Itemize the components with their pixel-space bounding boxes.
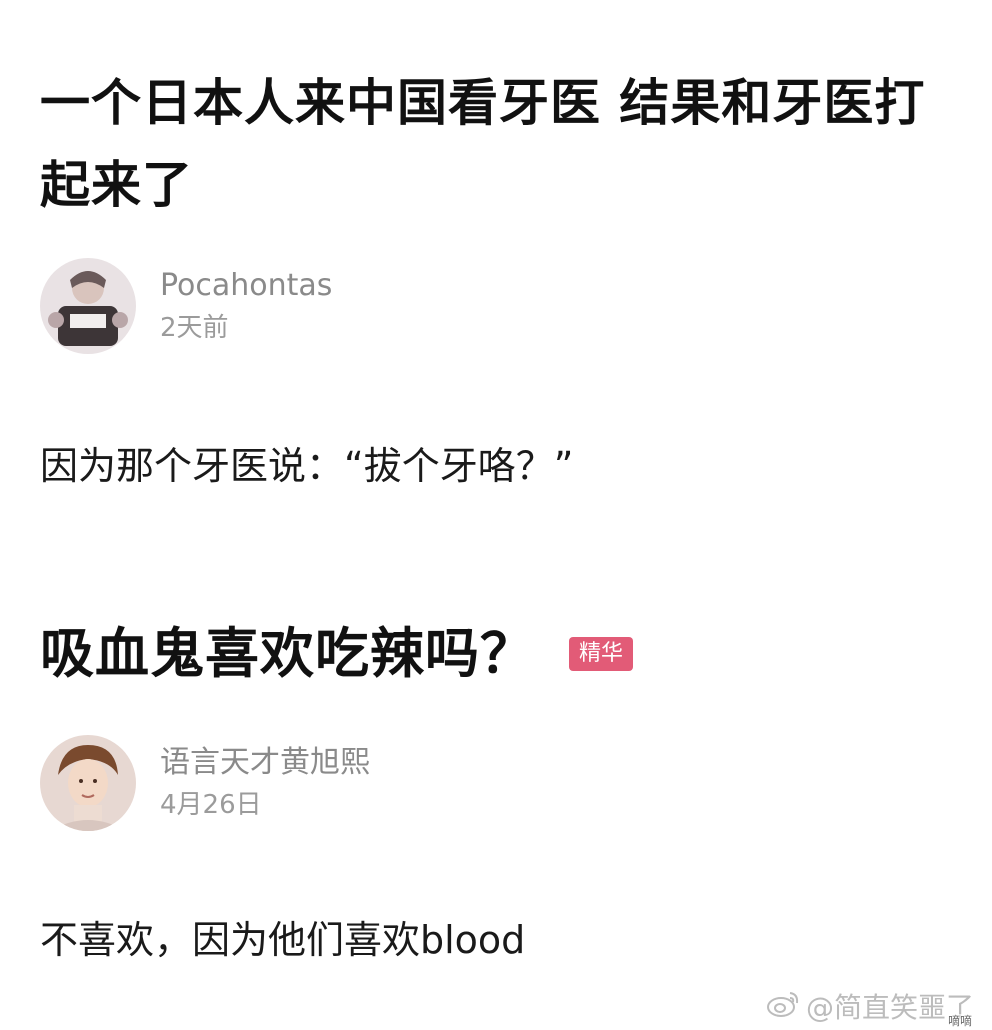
author-row[interactable]: 语言天才黄旭熙 4月26日 <box>40 735 370 831</box>
avatar-icon[interactable] <box>40 258 136 354</box>
post-title[interactable]: 吸血鬼喜欢吃辣吗？ <box>40 614 535 694</box>
weibo-icon <box>766 990 800 1026</box>
post-title-row: 吸血鬼喜欢吃辣吗？ 精华 <box>40 614 634 694</box>
author-name[interactable]: Pocahontas <box>160 266 332 306</box>
site-mark: 嘀嘀 <box>945 1014 974 1028</box>
author-meta: Pocahontas 2天前 <box>160 266 332 346</box>
author-row[interactable]: Pocahontas 2天前 <box>40 258 332 354</box>
post-body[interactable]: 因为那个牙医说：“拔个牙咯？” <box>40 440 573 492</box>
post-time: 2天前 <box>160 313 229 343</box>
author-name[interactable]: 语言天才黄旭熙 <box>160 743 370 783</box>
page: 一个日本人来中国看牙医 结果和牙医打起来了 Pocahontas 2天前 因为那… <box>0 0 992 1030</box>
featured-badge: 精华 <box>569 637 634 671</box>
post-title[interactable]: 一个日本人来中国看牙医 结果和牙医打起来了 <box>40 62 960 226</box>
post-body[interactable]: 不喜欢，因为他们喜欢blood <box>40 914 525 966</box>
watermark: @简直笑噩了 嘀嘀 <box>766 990 974 1028</box>
author-meta: 语言天才黄旭熙 4月26日 <box>160 743 370 823</box>
post-time: 4月26日 <box>160 790 262 820</box>
avatar-icon[interactable] <box>40 735 136 831</box>
